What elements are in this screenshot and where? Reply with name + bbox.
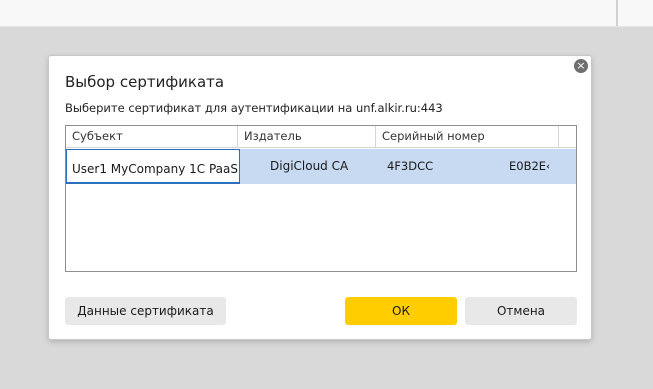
certificate-data-button[interactable]: Данные сертификата xyxy=(65,297,226,325)
dialog-title: Выбор сертификата xyxy=(65,73,225,91)
cancel-button[interactable]: Отмена xyxy=(465,297,577,325)
column-header-filler xyxy=(559,126,576,147)
cell-subject[interactable]: User1 MyCompany 1C PaaS xyxy=(66,149,240,184)
dialog-subtitle: Выберите сертификат для аутентификации н… xyxy=(65,101,443,115)
column-header-subject[interactable]: Субъект xyxy=(66,126,238,147)
cell-serial: 4F3DCC xyxy=(387,159,434,173)
certificate-table: Субъект Издатель Серийный номер User1 My… xyxy=(65,125,577,272)
table-row[interactable]: User1 MyCompany 1C PaaS DigiCloud CA 4F3… xyxy=(66,149,576,184)
ok-button[interactable]: ОК xyxy=(345,297,457,325)
topbar-divider xyxy=(616,0,618,26)
column-header-issuer[interactable]: Издатель xyxy=(238,126,376,147)
browser-page: × Выбор сертификата Выберите сертификат … xyxy=(0,0,653,389)
table-header: Субъект Издатель Серийный номер xyxy=(66,126,576,148)
certificate-dialog: × Выбор сертификата Выберите сертификат … xyxy=(48,55,592,340)
cell-issuer: DigiCloud CA xyxy=(270,159,349,173)
column-header-serial[interactable]: Серийный номер xyxy=(376,126,559,147)
browser-topbar xyxy=(0,0,653,27)
close-icon[interactable]: × xyxy=(574,59,588,73)
cell-serial-tail: E0B2E‹ xyxy=(509,159,549,173)
